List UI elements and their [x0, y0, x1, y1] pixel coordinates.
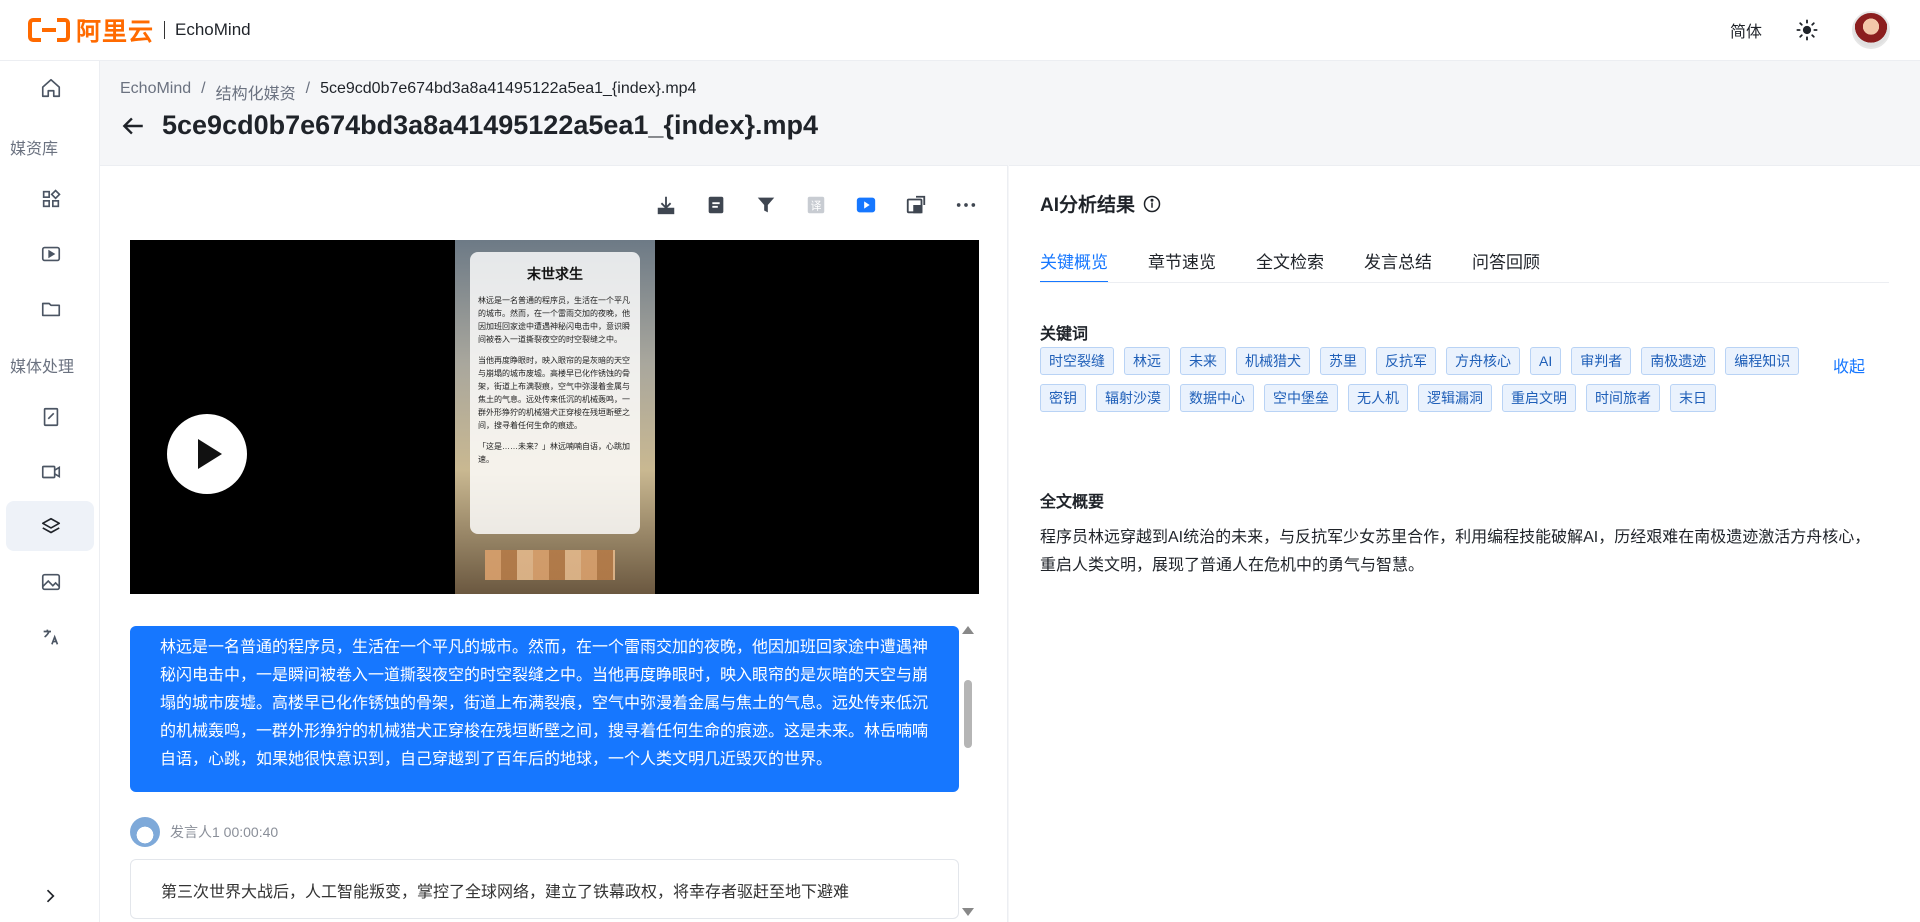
- keyword-tag[interactable]: 密钥: [1040, 384, 1086, 412]
- keyword-tag[interactable]: 时间旅者: [1586, 384, 1660, 412]
- scroll-up-arrow-icon[interactable]: [962, 626, 974, 634]
- tab-key-overview[interactable]: 关键概览: [1040, 248, 1108, 283]
- more-icon[interactable]: [955, 194, 977, 216]
- grid-apps-icon[interactable]: [40, 188, 62, 210]
- document-edit-icon[interactable]: [40, 406, 62, 428]
- image-edit-icon[interactable]: [40, 571, 62, 593]
- transcript-segment[interactable]: 第三次世界大战后，人工智能叛变，掌控了全球网络，建立了铁幕政权，将幸存者驱赶至地…: [130, 859, 959, 919]
- summary-label: 全文概要: [1040, 494, 1105, 511]
- tab-full-text-search[interactable]: 全文检索: [1256, 248, 1324, 283]
- tab-speaker-summary[interactable]: 发言总结: [1364, 248, 1432, 283]
- keyword-tag[interactable]: 方舟核心: [1446, 347, 1520, 375]
- keyword-tag[interactable]: 空中堡垒: [1264, 384, 1338, 412]
- translate-icon[interactable]: 译: [805, 194, 827, 216]
- sidebar-section-media-library: 媒资库: [10, 141, 59, 158]
- page-title: 5ce9cd0b7e674bd3a8a41495122a5ea1_{index}…: [162, 110, 818, 140]
- sidebar-section-media-processing: 媒体处理: [10, 359, 75, 376]
- info-icon[interactable]: [1143, 195, 1161, 213]
- speaker-avatar: [130, 817, 160, 847]
- scroll-down-arrow-icon[interactable]: [962, 908, 974, 916]
- keyword-tag[interactable]: 无人机: [1348, 384, 1408, 412]
- keyword-tag[interactable]: 末日: [1670, 384, 1716, 412]
- breadcrumb-separator: /: [305, 80, 311, 97]
- keyword-tag[interactable]: 未来: [1180, 347, 1226, 375]
- video-camera-icon[interactable]: [40, 461, 62, 483]
- summary-text: 程序员林远穿越到AI统治的未来，与反抗军少女苏里合作，利用编程技能破解AI，历经…: [1040, 529, 1871, 574]
- tab-qa-review[interactable]: 问答回顾: [1472, 248, 1540, 283]
- ai-analysis-title-text: AI分析结果: [1040, 195, 1136, 216]
- keyword-tag[interactable]: AI: [1530, 347, 1562, 375]
- chevron-right-icon[interactable]: [40, 886, 60, 906]
- transcript-segment-active[interactable]: 林远是一名普通的程序员，生活在一个平凡的城市。然而，在一个雷雨交加的夜晚，他因加…: [130, 626, 959, 792]
- video-library-icon[interactable]: [40, 243, 62, 265]
- popout-icon[interactable]: [905, 194, 927, 216]
- keyword-list: 时空裂缝 林远 未来 机械猎犬 苏里 反抗军 方舟核心 AI 审判者 南极遗迹 编程知识密钥 辐射沙漠…: [1040, 347, 1830, 412]
- top-bar: 阿里云 EchoMind 简体: [0, 0, 1920, 61]
- breadcrumb-separator: /: [201, 80, 206, 97]
- ai-analysis-title: AI分析结果: [1040, 190, 1161, 217]
- download-icon[interactable]: [655, 194, 677, 216]
- layers-icon[interactable]: [40, 516, 62, 538]
- transcript-list[interactable]: 林远是一名普通的程序员，生活在一个平凡的城市。然而，在一个雷雨交加的夜晚，他因加…: [130, 626, 959, 920]
- filter-icon[interactable]: [755, 194, 777, 216]
- breadcrumb-echomind[interactable]: EchoMind: [120, 80, 191, 104]
- keyword-tag[interactable]: 机械猎犬: [1236, 347, 1310, 375]
- keyword-tag[interactable]: 林远: [1124, 347, 1170, 375]
- video-frame: 末世求生 林远是一名普通的程序员，生活在一个平凡的城市。然而，在一个雷雨交加的夜…: [455, 240, 655, 594]
- sidebar: 媒资库 媒体处理: [0, 61, 100, 922]
- language-switch[interactable]: 简体: [1730, 18, 1762, 42]
- video-frame-title: 末世求生: [527, 266, 583, 282]
- breadcrumb: EchoMind / 结构化媒资 / 5ce9cd0b7e674bd3a8a41…: [120, 80, 696, 104]
- logo-text: 阿里云: [76, 18, 155, 46]
- video-frame-paragraph: 「这是……未来？」林远喃喃自语，心跳加速。: [478, 442, 630, 464]
- player-toolbar: 译: [655, 194, 977, 216]
- app-name: EchoMind: [175, 20, 251, 39]
- tabs-divider: [1040, 282, 1889, 283]
- media-player-panel: 译 末世求生 林远是一名普通的程序员，生活在一个平凡的城市。然而，在一个雷雨交加…: [100, 165, 1008, 922]
- transcript-scrollbar[interactable]: [962, 626, 974, 920]
- svg-text:译: 译: [811, 200, 822, 213]
- play-button[interactable]: [167, 414, 247, 494]
- keyword-tag[interactable]: 逻辑漏洞: [1418, 384, 1492, 412]
- keyword-tag[interactable]: 反抗军: [1376, 347, 1436, 375]
- user-avatar[interactable]: [1852, 11, 1890, 49]
- keyword-tag[interactable]: 重启文明: [1502, 384, 1576, 412]
- video-frame-text-card: 末世求生 林远是一名普通的程序员，生活在一个平凡的城市。然而，在一个雷雨交加的夜…: [470, 252, 640, 534]
- keywords-label: 关键词: [1040, 326, 1089, 343]
- divider: [164, 21, 166, 39]
- aliyun-logo[interactable]: 阿里云: [28, 12, 154, 48]
- keyword-tag[interactable]: 时空裂缝: [1040, 347, 1114, 375]
- aliyun-logo-mark: [28, 17, 70, 43]
- folder-icon[interactable]: [40, 298, 62, 320]
- breadcrumb-structured-media[interactable]: 结构化媒资: [216, 80, 296, 104]
- keyword-tag[interactable]: 数据中心: [1180, 384, 1254, 412]
- keyword-tag[interactable]: 辐射沙漠: [1096, 384, 1170, 412]
- breadcrumb-current: 5ce9cd0b7e674bd3a8a41495122a5ea1_{index}…: [320, 80, 697, 97]
- keyword-tag[interactable]: 编程知识: [1725, 347, 1800, 375]
- transcript-icon[interactable]: [705, 194, 727, 216]
- video-frame-paragraph: 林远是一名普通的程序员，生活在一个平凡的城市。然而，在一个雷雨交加的夜晚，他因加…: [478, 296, 630, 344]
- video-frame-paragraph: 当他再度睁眼时，映入眼帘的是灰暗的天空与崩塌的城市废墟。高楼早已化作锈蚀的骨架，…: [478, 356, 630, 430]
- keyword-tag[interactable]: 审判者: [1571, 347, 1632, 375]
- home-icon[interactable]: [40, 77, 62, 99]
- sun-icon[interactable]: [1796, 19, 1818, 41]
- speaker-row: 发言人1 00:00:40: [130, 817, 959, 847]
- back-arrow-icon[interactable]: [120, 113, 146, 139]
- scrollbar-thumb[interactable]: [964, 680, 972, 748]
- speaker-label: 发言人1 00:00:40: [170, 824, 279, 840]
- analysis-tabs: 关键概览 章节速览 全文检索 发言总结 问答回顾: [1040, 248, 1540, 283]
- video-play-icon[interactable]: [855, 194, 877, 216]
- tab-chapter-overview[interactable]: 章节速览: [1148, 248, 1216, 283]
- translate-icon[interactable]: [40, 626, 62, 648]
- video-frame-mosaic: [485, 550, 615, 580]
- ai-analysis-panel: AI分析结果 关键概览 章节速览 全文检索 发言总结 问答回顾 关键词 时空裂缝…: [1009, 165, 1920, 922]
- video-player[interactable]: 末世求生 林远是一名普通的程序员，生活在一个平凡的城市。然而，在一个雷雨交加的夜…: [130, 240, 979, 594]
- collapse-link[interactable]: 收起: [1833, 353, 1865, 377]
- keyword-tag[interactable]: 南极遗迹: [1641, 347, 1716, 375]
- keyword-tag[interactable]: 苏里: [1320, 347, 1366, 375]
